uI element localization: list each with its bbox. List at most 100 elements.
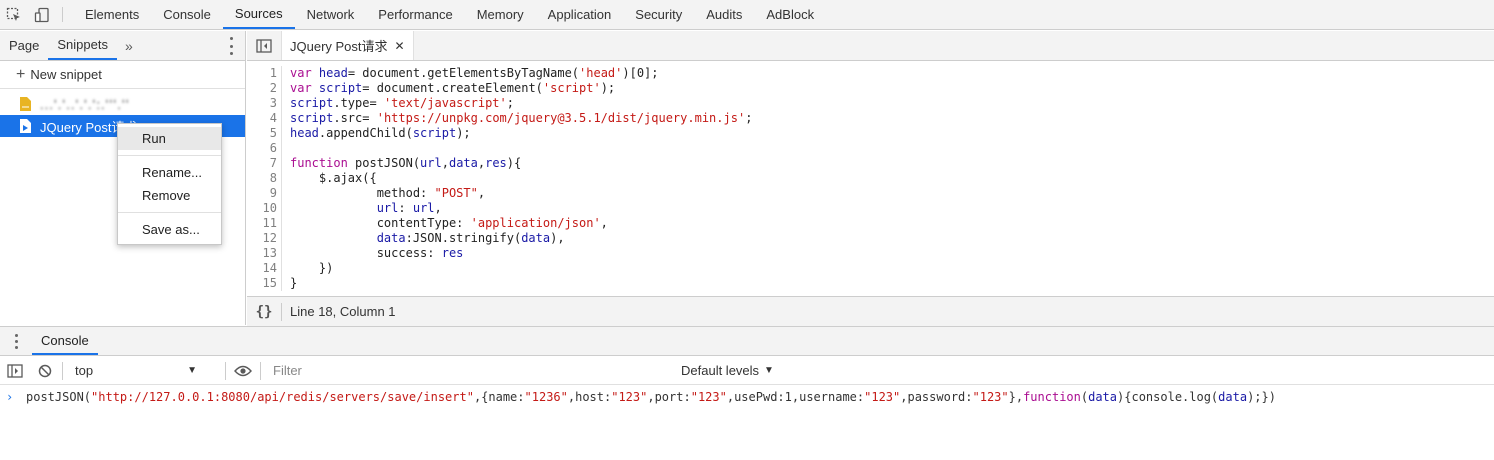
menu-item-save-as[interactable]: Save as... <box>118 218 221 241</box>
menu-divider <box>118 212 221 213</box>
tab-sources[interactable]: Sources <box>222 0 295 29</box>
tab-console-drawer[interactable]: Console <box>32 327 98 355</box>
device-icon <box>34 7 49 22</box>
line-number: 2 <box>269 81 277 95</box>
tab-audits[interactable]: Audits <box>694 0 754 29</box>
tab-application[interactable]: Application <box>536 0 624 29</box>
execution-context-select[interactable]: top ▼ <box>65 357 223 385</box>
code-text: var script= document.createElement('scri… <box>290 81 616 95</box>
gutter-divider <box>281 246 282 261</box>
cursor-position: Line 18, Column 1 <box>290 304 396 319</box>
console-output[interactable]: › postJSON("http://127.0.0.1:8080/api/re… <box>0 386 1494 460</box>
menu-item-run[interactable]: Run <box>118 127 221 150</box>
plus-icon: + <box>16 65 26 83</box>
gutter-divider <box>281 141 282 156</box>
device-toolbar-button[interactable] <box>28 0 56 29</box>
tab-memory[interactable]: Memory <box>465 0 536 29</box>
devtools-main-tabbar: Elements Console Sources Network Performance… <box>0 0 1494 30</box>
tab-page[interactable]: Page <box>0 31 48 60</box>
code-editor[interactable]: 1 var head= document.getElementsByTagName… <box>247 62 1494 295</box>
tab-network[interactable]: Network <box>295 0 367 29</box>
snippet-file-icon <box>20 119 31 133</box>
status-divider <box>281 302 282 321</box>
console-input-line[interactable]: › postJSON("http://127.0.0.1:8080/api/re… <box>0 386 1494 408</box>
gutter-divider <box>281 171 282 186</box>
gutter-divider <box>281 276 282 291</box>
snippet-context-menu: Run Rename... Remove Save as... <box>117 123 222 245</box>
code-line: 12 data:JSON.stringify(data), <box>247 231 1494 246</box>
line-number: 14 <box>262 261 277 275</box>
new-snippet-button[interactable]: + New snippet <box>0 61 245 89</box>
gutter-divider <box>281 126 282 141</box>
toggle-navigator-button[interactable] <box>247 31 281 60</box>
code-text: script.type= 'text/javascript'; <box>290 96 514 110</box>
code-text: success: res <box>290 246 464 260</box>
code-text: url: url, <box>376 201 442 215</box>
code-text: }) <box>290 261 334 275</box>
more-tabs-button[interactable]: » <box>117 31 141 60</box>
drawer-menu-icon[interactable] <box>0 327 32 355</box>
line-number: 3 <box>269 96 277 110</box>
line-number: 4 <box>269 111 277 125</box>
dropdown-arrow-icon: ▼ <box>764 365 774 376</box>
clear-console-button[interactable] <box>30 357 60 385</box>
gutter-divider <box>281 216 282 231</box>
code-line: 8 $.ajax({ <box>247 171 1494 186</box>
editor-tabbar: JQuery Post请求 ✕ <box>247 31 1494 61</box>
snippet-file-icon <box>20 97 31 111</box>
toolbar-divider <box>62 361 63 380</box>
code-line: 15} <box>247 276 1494 291</box>
toolbar-divider <box>225 361 226 380</box>
levels-label: Default levels <box>681 363 760 378</box>
drawer-tabbar: Console <box>0 326 1494 356</box>
pretty-print-button[interactable]: {} <box>247 304 281 320</box>
line-number: 6 <box>269 141 277 155</box>
tab-security[interactable]: Security <box>623 0 694 29</box>
gutter-divider <box>281 111 282 126</box>
code-line: 13 success: res <box>247 246 1494 261</box>
line-number: 13 <box>262 246 277 260</box>
line-number: 7 <box>269 156 277 170</box>
gutter-divider <box>281 96 282 111</box>
code-text: } <box>290 276 298 290</box>
line-number: 12 <box>262 231 277 245</box>
gutter-divider <box>281 81 282 96</box>
tab-elements[interactable]: Elements <box>73 0 151 29</box>
eye-icon <box>234 365 252 376</box>
line-number: 1 <box>269 66 277 80</box>
line-number: 5 <box>269 126 277 140</box>
code-text: $.ajax({ <box>290 171 377 185</box>
toolbar-divider <box>260 361 261 380</box>
inspect-element-button[interactable] <box>0 0 28 29</box>
log-levels-select[interactable]: Default levels ▼ <box>681 363 774 378</box>
show-sidebar-button[interactable] <box>0 357 30 385</box>
toolbar-divider <box>62 7 63 22</box>
context-value: top <box>75 363 94 378</box>
snippet-item[interactable]: ...ʻ.ʻ..ʻ.ʻ.ʻ:.ʻʻʻ.ʻʻ <box>0 93 245 115</box>
tab-adblock[interactable]: AdBlock <box>754 0 826 29</box>
menu-item-remove[interactable]: Remove <box>118 184 221 207</box>
console-toolbar: top ▼ Default levels ▼ <box>0 357 1494 385</box>
tab-snippets[interactable]: Snippets <box>48 31 117 60</box>
tab-performance[interactable]: Performance <box>366 0 464 29</box>
inspect-icon <box>6 7 20 21</box>
line-number: 15 <box>262 276 277 290</box>
code-line: 14 }) <box>247 261 1494 276</box>
editor-tab[interactable]: JQuery Post请求 ✕ <box>281 31 414 60</box>
code-text: script.src= 'https://unpkg.com/jquery@3.… <box>290 111 753 125</box>
line-number: 8 <box>269 171 277 185</box>
code-line: 9 method: "POST", <box>247 186 1494 201</box>
code-line: 4 script.src= 'https://unpkg.com/jquery@3… <box>247 111 1494 126</box>
navigator-menu-icon[interactable] <box>229 37 233 55</box>
tab-console[interactable]: Console <box>151 0 223 29</box>
prompt-caret-icon: › <box>6 390 14 404</box>
filter-input[interactable] <box>267 359 673 382</box>
close-icon[interactable]: ✕ <box>395 39 405 53</box>
code-line: 1 var head= document.getElementsByTagName… <box>247 66 1494 81</box>
console-input-text: postJSON("http://127.0.0.1:8080/api/redi… <box>26 390 1276 404</box>
code-line: 2 var script= document.createElement('scr… <box>247 81 1494 96</box>
live-expression-button[interactable] <box>228 357 258 385</box>
editor-tab-label: JQuery Post请求 <box>290 39 388 54</box>
menu-item-rename[interactable]: Rename... <box>118 161 221 184</box>
code-text: var head= document.getElementsByTagName(… <box>290 66 659 80</box>
